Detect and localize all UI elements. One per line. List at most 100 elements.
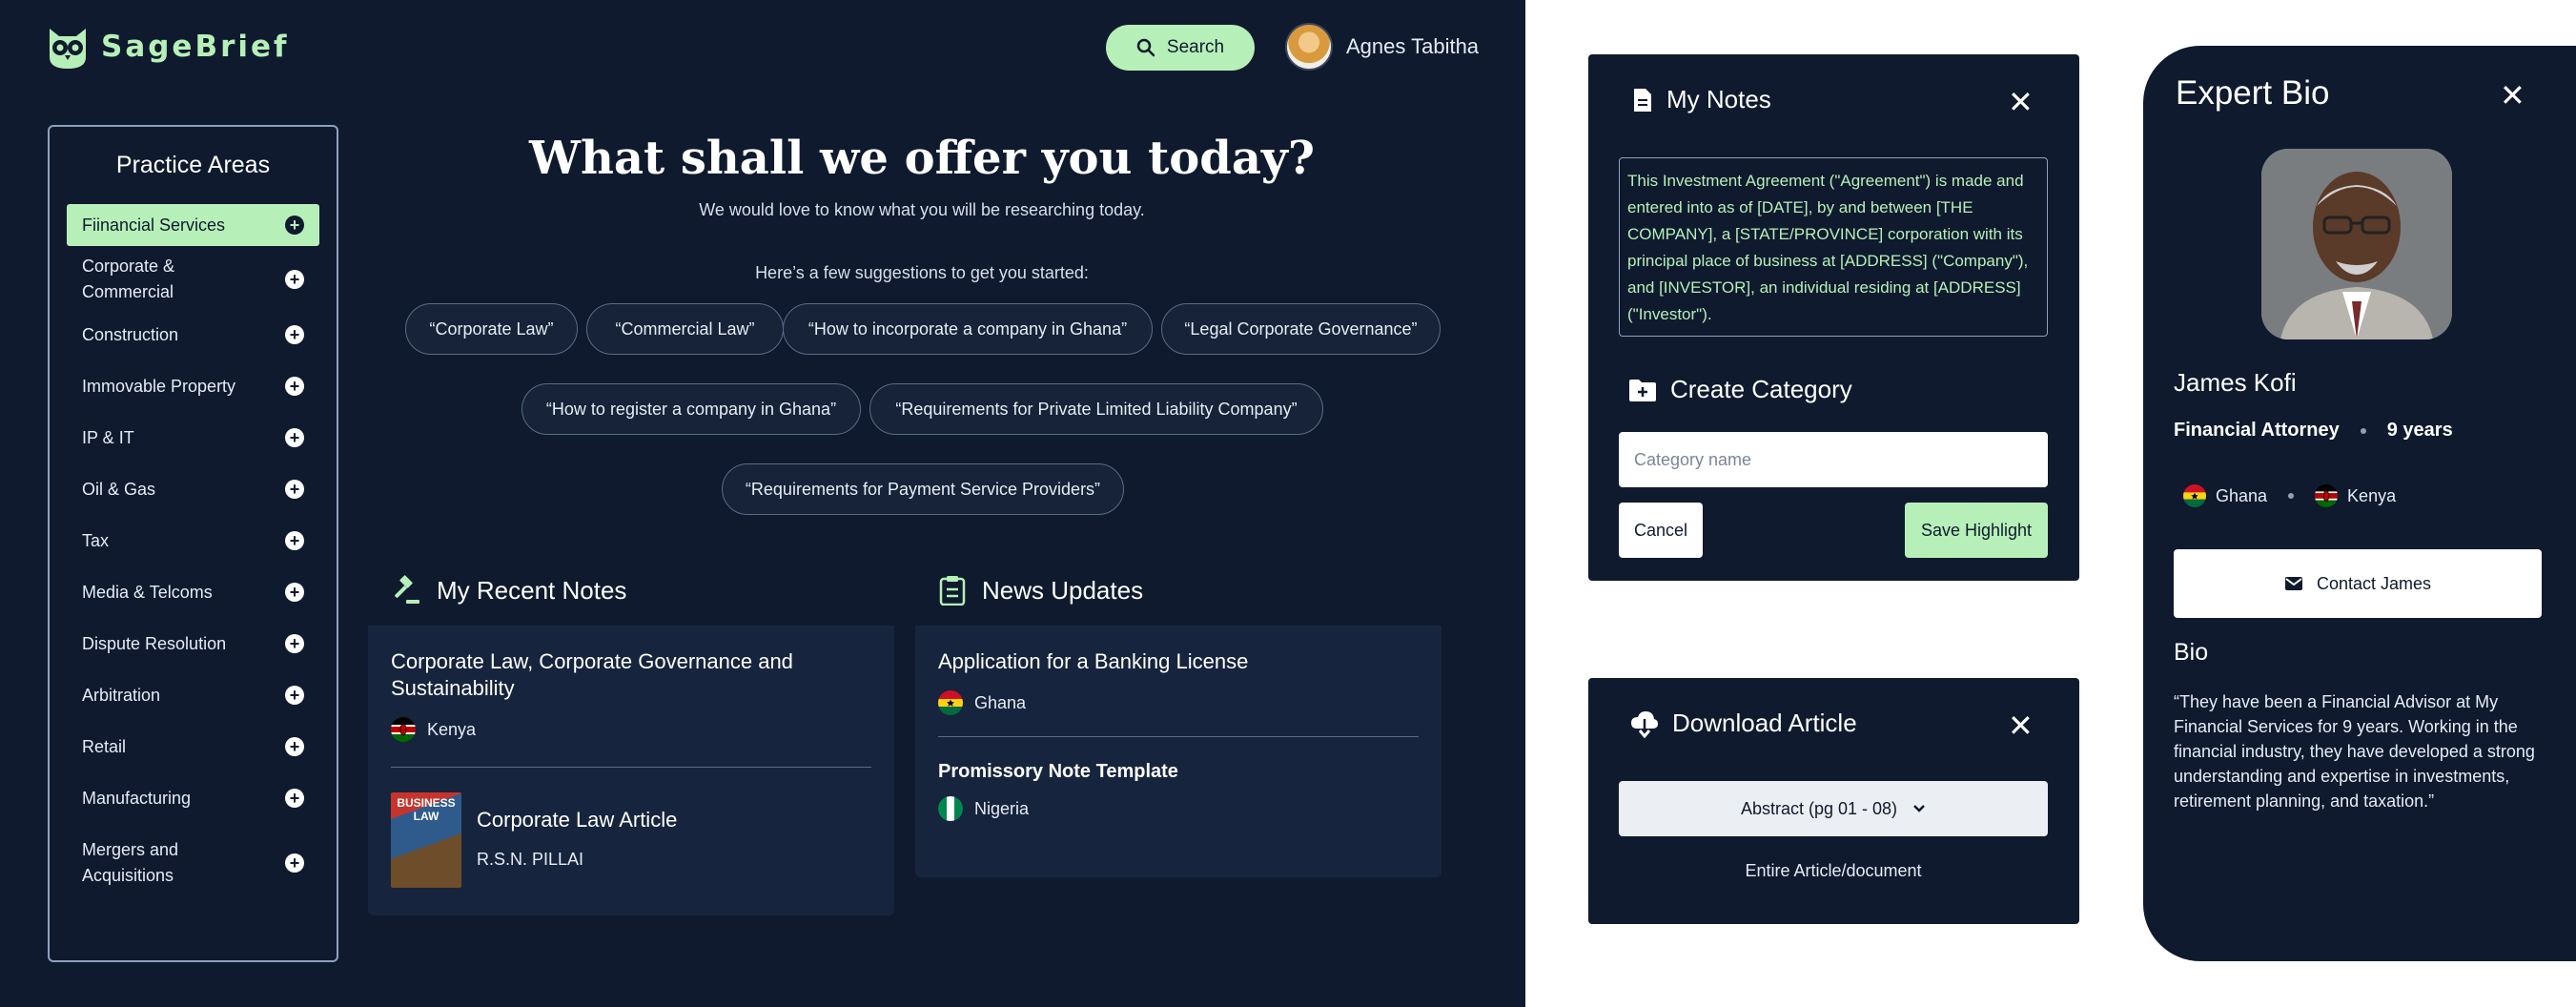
practice-item-dispute-resolution[interactable]: Dispute Resolution + — [67, 618, 319, 669]
practice-item-mergers-acquisitions[interactable]: Mergers and Acquisitions + — [67, 824, 319, 902]
practice-item-ip-it[interactable]: IP & IT + — [67, 412, 319, 463]
plus-circle-icon[interactable]: + — [285, 270, 304, 289]
practice-item-label: Immovable Property — [82, 376, 236, 396]
save-highlight-button[interactable]: Save Highlight — [1905, 503, 2048, 558]
close-icon[interactable]: ✕ — [2008, 710, 2034, 741]
country-label: Ghana — [974, 692, 1027, 712]
main-app: SageBrief Search Agnes Tabitha Practice … — [0, 0, 1525, 1007]
ghana-flag-icon — [2183, 484, 2206, 507]
expert-photo — [2261, 149, 2452, 339]
mail-icon — [2284, 577, 2302, 590]
practice-item-construction[interactable]: Construction + — [67, 309, 319, 360]
bio-heading: Bio — [2174, 639, 2209, 666]
expert-bio-panel: Expert Bio ✕ James Kofi Financial Attorn… — [2143, 46, 2576, 961]
suggestion-chip[interactable]: “Commercial Law” — [586, 303, 784, 355]
practice-item-manufacturing[interactable]: Manufacturing + — [67, 772, 319, 824]
hero-subtitle: We would love to know what you will be r… — [699, 200, 1145, 219]
plus-circle-icon[interactable]: + — [285, 634, 304, 653]
plus-circle-icon[interactable]: + — [285, 853, 304, 873]
practice-item-corporate-commercial[interactable]: Corporate & Commercial + — [67, 246, 319, 309]
practice-item-tax[interactable]: Tax + — [67, 515, 319, 566]
plus-circle-icon[interactable]: + — [285, 789, 304, 808]
contact-expert-button[interactable]: Contact James — [2174, 549, 2542, 618]
news-item-title[interactable]: Application for a Banking License — [938, 648, 1419, 675]
practice-item-oil-gas[interactable]: Oil & Gas + — [67, 463, 319, 515]
expert-bio-title: Expert Bio — [2176, 74, 2330, 112]
expert-role-row: Financial Attorney 9 years — [2174, 420, 2453, 442]
practice-item-label: Corporate & Commercial — [82, 257, 175, 301]
notes-textarea[interactable]: This Investment Agreement ("Agreement") … — [1619, 157, 2048, 337]
practice-item-label: Retail — [82, 736, 127, 756]
brand-logo[interactable]: SageBrief — [46, 23, 290, 71]
article-author: R.S.N. PILLAI — [477, 850, 584, 869]
practice-item-label: Dispute Resolution — [82, 633, 227, 653]
article-item[interactable]: BUSINESS LAW Corporate Law Article R.S.N… — [391, 792, 871, 888]
practice-item-label: IP & IT — [82, 427, 134, 447]
document-icon — [1634, 88, 1651, 112]
suggestion-chip[interactable]: “Requirements for Payment Service Provid… — [722, 463, 1124, 515]
search-icon — [1136, 38, 1155, 57]
suggestion-chip[interactable]: “Corporate Law” — [405, 303, 578, 355]
suggestion-chip[interactable]: “How to incorporate a company in Ghana” — [783, 303, 1153, 355]
suggestions-label: Here’s a few suggestions to get you star… — [755, 263, 1089, 282]
practice-item-label: Fiinancial Services — [82, 215, 226, 235]
plus-circle-icon[interactable]: + — [285, 480, 304, 499]
news-updates-card: News Updates Application for a Banking L… — [915, 555, 1441, 877]
note-country: Kenya — [391, 717, 871, 742]
practice-item-label: Mergers and Acquisitions — [82, 840, 179, 885]
divider — [938, 736, 1419, 737]
plus-circle-icon[interactable]: + — [285, 377, 304, 396]
search-button[interactable]: Search — [1106, 25, 1255, 71]
download-article-header: Download Article — [1630, 709, 1857, 738]
bio-text: “They have been a Financial Advisor at M… — [2174, 692, 2535, 811]
chevron-down-icon — [1913, 805, 1925, 812]
user-menu[interactable]: Agnes Tabitha — [1285, 23, 1479, 71]
gavel-icon — [395, 575, 419, 604]
note-title[interactable]: Corporate Law, Corporate Governance and … — [391, 648, 871, 702]
practice-item-retail[interactable]: Retail + — [67, 721, 319, 772]
country-label: Nigeria — [974, 798, 1030, 818]
close-icon[interactable]: ✕ — [2500, 80, 2525, 111]
news-updates-title: News Updates — [982, 575, 1144, 605]
user-name: Agnes Tabitha — [1346, 34, 1480, 58]
plus-circle-icon[interactable]: + — [285, 531, 304, 550]
news-updates-header: News Updates — [915, 555, 1441, 626]
suggestion-chip[interactable]: “How to register a company in Ghana” — [521, 383, 861, 435]
practice-item-label: Tax — [82, 530, 110, 550]
practice-item-arbitration[interactable]: Arbitration + — [67, 669, 319, 721]
plus-circle-icon[interactable]: + — [285, 686, 304, 705]
ghana-flag-icon — [938, 690, 963, 715]
practice-item-label: Media & Telcoms — [82, 582, 213, 602]
cancel-button[interactable]: Cancel — [1619, 503, 1703, 558]
plus-circle-icon[interactable]: + — [285, 428, 304, 447]
recent-notes-card: My Recent Notes Corporate Law, Corporate… — [368, 555, 894, 915]
book-cover-image: BUSINESS LAW — [391, 792, 461, 888]
expert-countries: Ghana Kenya — [2183, 484, 2396, 507]
download-range-select[interactable]: Abstract (pg 01 - 08) — [1619, 781, 2048, 836]
plus-circle-icon[interactable]: + — [285, 583, 304, 602]
suggestion-chip[interactable]: “Requirements for Private Limited Liabil… — [869, 383, 1323, 435]
practice-item-label: Construction — [82, 324, 179, 344]
country-label: Kenya — [2347, 485, 2397, 505]
practice-item-label: Manufacturing — [82, 788, 192, 808]
practice-item-label: Arbitration — [82, 685, 161, 705]
kenya-flag-icon — [391, 717, 416, 742]
create-category-header: Create Category — [1628, 375, 1852, 404]
suggestion-chip[interactable]: “Legal Corporate Governance” — [1161, 303, 1441, 355]
practice-item-financial-services[interactable]: Fiinancial Services + — [67, 204, 319, 246]
news-item-title[interactable]: Promissory Note Template — [938, 758, 1419, 785]
close-icon[interactable]: ✕ — [2008, 87, 2034, 117]
my-notes-title: My Notes — [1666, 85, 1771, 113]
entire-article-option[interactable]: Entire Article/document — [1619, 861, 2048, 881]
category-name-input[interactable] — [1619, 432, 2048, 487]
plus-circle-icon[interactable]: + — [285, 737, 304, 756]
practice-item-media-telcoms[interactable]: Media & Telcoms + — [67, 566, 319, 618]
country-ghana: Ghana — [2183, 484, 2267, 507]
plus-circle-icon[interactable]: + — [285, 325, 304, 344]
practice-item-immovable-property[interactable]: Immovable Property + — [67, 360, 319, 412]
expert-name: James Kofi — [2174, 368, 2297, 397]
plus-circle-icon[interactable]: + — [285, 216, 304, 235]
search-label: Search — [1166, 37, 1225, 57]
portrait-image — [2261, 149, 2452, 339]
create-category-title: Create Category — [1670, 375, 1852, 403]
